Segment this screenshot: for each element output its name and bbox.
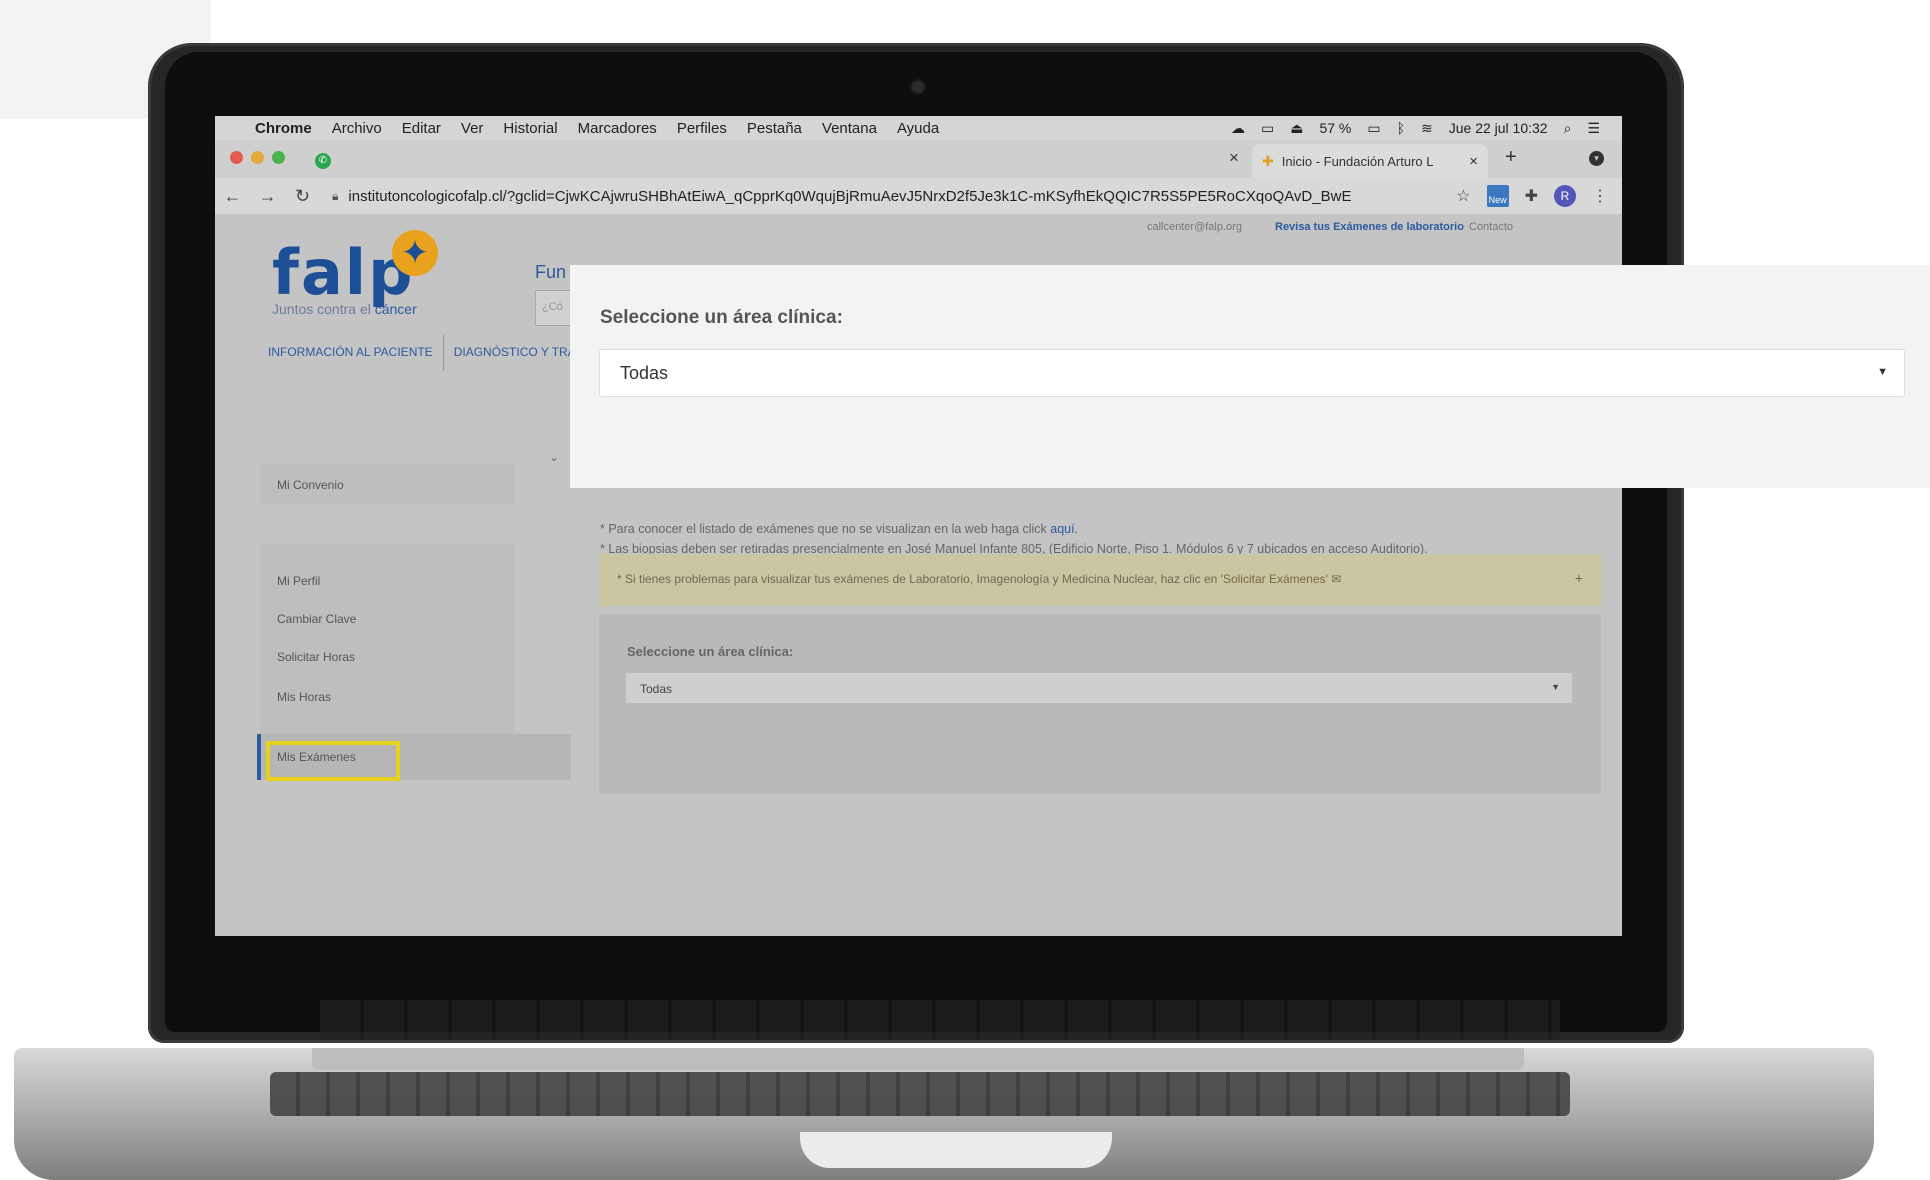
nav-diagnostico[interactable]: DIAGNÓSTICO Y TRA bbox=[454, 345, 586, 371]
tab-title: Inicio - Fundación Arturo L bbox=[1281, 153, 1434, 169]
eject-icon[interactable]: ⏏ bbox=[1290, 120, 1303, 137]
address-bar[interactable]: 🔒︎ institutoncologicofalp.cl/?gclid=CjwK… bbox=[320, 182, 1420, 210]
laptop-hinge bbox=[312, 1048, 1524, 1070]
close-icon[interactable]: × bbox=[1229, 148, 1239, 168]
bluetooth-icon[interactable]: ᛒ bbox=[1397, 120, 1405, 136]
logo-tagline: Juntos contra el cáncer bbox=[272, 301, 417, 317]
area-clinica-select[interactable]: Todas ▼ bbox=[625, 672, 1573, 704]
nav-divider bbox=[442, 335, 444, 371]
sidebar-item-solicitar-horas[interactable]: Solicitar Horas bbox=[277, 650, 355, 664]
expand-plus-icon[interactable]: + bbox=[1575, 570, 1583, 586]
browser-tab-active[interactable]: ✚ Inicio - Fundación Arturo L × bbox=[1252, 144, 1488, 178]
profile-avatar[interactable]: R bbox=[1554, 185, 1576, 207]
battery-icon[interactable]: ▭ bbox=[1367, 120, 1380, 137]
toplink-lab-exams[interactable]: Revisa tus Exámenes de laboratorio bbox=[1275, 221, 1464, 233]
mac-menubar: Chrome Archivo Editar Ver Historial Marc… bbox=[215, 116, 1622, 140]
sidebar-convenio[interactable]: Mi Convenio bbox=[277, 478, 344, 492]
chrome-toolbar: ← → ↻ 🔒︎ institutoncologicofalp.cl/?gcli… bbox=[215, 178, 1622, 214]
lock-icon[interactable]: 🔒︎ bbox=[332, 189, 338, 204]
menu-historial[interactable]: Historial bbox=[503, 120, 557, 137]
envelope-icon: ✉ bbox=[1331, 572, 1342, 586]
nav-patient-info[interactable]: INFORMACIÓN AL PACIENTE bbox=[268, 345, 443, 371]
menu-pestana[interactable]: Pestaña bbox=[747, 120, 802, 137]
notice-banner: * Si tienes problemas para visualizar tu… bbox=[599, 554, 1601, 606]
note-listado: * Para conocer el listado de exámenes qu… bbox=[600, 522, 1079, 536]
caret-down-icon: ▼ bbox=[1551, 682, 1560, 692]
clock[interactable]: Jue 22 jul 10:32 bbox=[1449, 120, 1548, 136]
laptop-keyboard bbox=[270, 1072, 1570, 1116]
falp-favicon-icon: ✚ bbox=[1262, 152, 1274, 169]
toplink-email[interactable]: callcenter@falp.org bbox=[1147, 221, 1242, 233]
sidebar-item-mi-perfil[interactable]: Mi Perfil bbox=[277, 574, 320, 588]
chevron-down-icon[interactable]: ⌄ bbox=[549, 450, 559, 464]
tab-close-icon[interactable]: × bbox=[1469, 153, 1478, 170]
webcam bbox=[912, 81, 924, 93]
wifi-icon[interactable]: ≋ bbox=[1421, 120, 1433, 137]
falp-star-icon: ✦ bbox=[392, 230, 438, 276]
laptop-open-notch bbox=[800, 1132, 1112, 1168]
kebab-menu-icon[interactable]: ⋮ bbox=[1592, 186, 1608, 206]
back-arrow-icon[interactable]: ← bbox=[215, 186, 250, 207]
menubar-status: ☁ ▭ ⏏ 57 % ▭ ᛒ ≋ Jue 22 jul 10:32 ⌕ ☰ bbox=[1231, 120, 1622, 137]
reload-icon[interactable]: ↻ bbox=[285, 186, 320, 207]
zoom-window-button[interactable] bbox=[272, 151, 285, 164]
new-tab-button[interactable]: + bbox=[1505, 146, 1517, 169]
new-extension-icon[interactable]: New bbox=[1486, 185, 1509, 207]
site-search-input[interactable]: ¿Có bbox=[535, 290, 575, 326]
menu-chrome[interactable]: Chrome bbox=[255, 120, 312, 137]
menu-marcadores[interactable]: Marcadores bbox=[578, 120, 657, 137]
menu-ventana[interactable]: Ventana bbox=[822, 120, 877, 137]
toplink-contact[interactable]: Contacto bbox=[1469, 221, 1513, 233]
bookmark-star-icon[interactable]: ☆ bbox=[1456, 186, 1470, 206]
menu-ver[interactable]: Ver bbox=[461, 120, 484, 137]
extensions-puzzle-icon[interactable]: ✚ bbox=[1525, 186, 1538, 206]
keys-reflection bbox=[320, 1000, 1560, 1040]
sidebar-item-mis-horas[interactable]: Mis Horas bbox=[277, 690, 331, 704]
zoom-area-clinica-select[interactable]: Todas ▼ bbox=[599, 349, 1905, 397]
creative-cloud-icon[interactable]: ☁ bbox=[1231, 120, 1245, 137]
site-title-partial: Fun bbox=[535, 262, 567, 282]
zoom-callout-panel: Seleccione un área clínica: Todas ▼ bbox=[570, 265, 1930, 488]
menu-ayuda[interactable]: Ayuda bbox=[897, 120, 939, 137]
laptop-screen: Chrome Archivo Editar Ver Historial Marc… bbox=[215, 116, 1622, 936]
link-solicitar-examenes[interactable]: 'Solicitar Exámenes' bbox=[1221, 572, 1328, 586]
highlight-box bbox=[266, 741, 400, 781]
area-clinica-panel: Seleccione un área clínica: Todas ▼ bbox=[599, 614, 1601, 794]
chrome-tabstrip: ✆ × ✚ Inicio - Fundación Arturo L × + ▾ bbox=[215, 140, 1622, 178]
zoom-area-clinica-label: Seleccione un área clínica: bbox=[600, 307, 843, 328]
main-nav: INFORMACIÓN AL PACIENTE DIAGNÓSTICO Y TR… bbox=[268, 335, 586, 371]
tab-search-icon[interactable]: ▾ bbox=[1589, 151, 1604, 166]
notification-center-icon[interactable]: ☰ bbox=[1587, 120, 1600, 137]
toolbar-actions: ☆ New ✚ R ⋮ bbox=[1456, 185, 1622, 207]
menu-editar[interactable]: Editar bbox=[402, 120, 441, 137]
minimize-window-button[interactable] bbox=[251, 151, 264, 164]
url-text[interactable]: institutoncologicofalp.cl/?gclid=CjwKCAj… bbox=[348, 188, 1351, 205]
sidebar-item-cambiar-clave[interactable]: Cambiar Clave bbox=[277, 612, 356, 626]
area-clinica-label: Seleccione un área clínica: bbox=[627, 644, 794, 659]
close-window-button[interactable] bbox=[230, 151, 243, 164]
airplay-icon[interactable]: ▭ bbox=[1261, 120, 1274, 137]
menu-archivo[interactable]: Archivo bbox=[332, 120, 382, 137]
whatsapp-icon[interactable]: ✆ bbox=[315, 153, 331, 169]
link-aqui[interactable]: aquí bbox=[1050, 522, 1074, 536]
spotlight-search-icon[interactable]: ⌕ bbox=[1564, 120, 1572, 137]
forward-arrow-icon[interactable]: → bbox=[250, 186, 285, 207]
menu-perfiles[interactable]: Perfiles bbox=[677, 120, 727, 137]
zoom-caret-down-icon: ▼ bbox=[1877, 366, 1888, 378]
battery-percent: 57 % bbox=[1319, 120, 1352, 136]
falp-logo[interactable]: ✦ falp Juntos contra el cáncer bbox=[272, 230, 438, 317]
